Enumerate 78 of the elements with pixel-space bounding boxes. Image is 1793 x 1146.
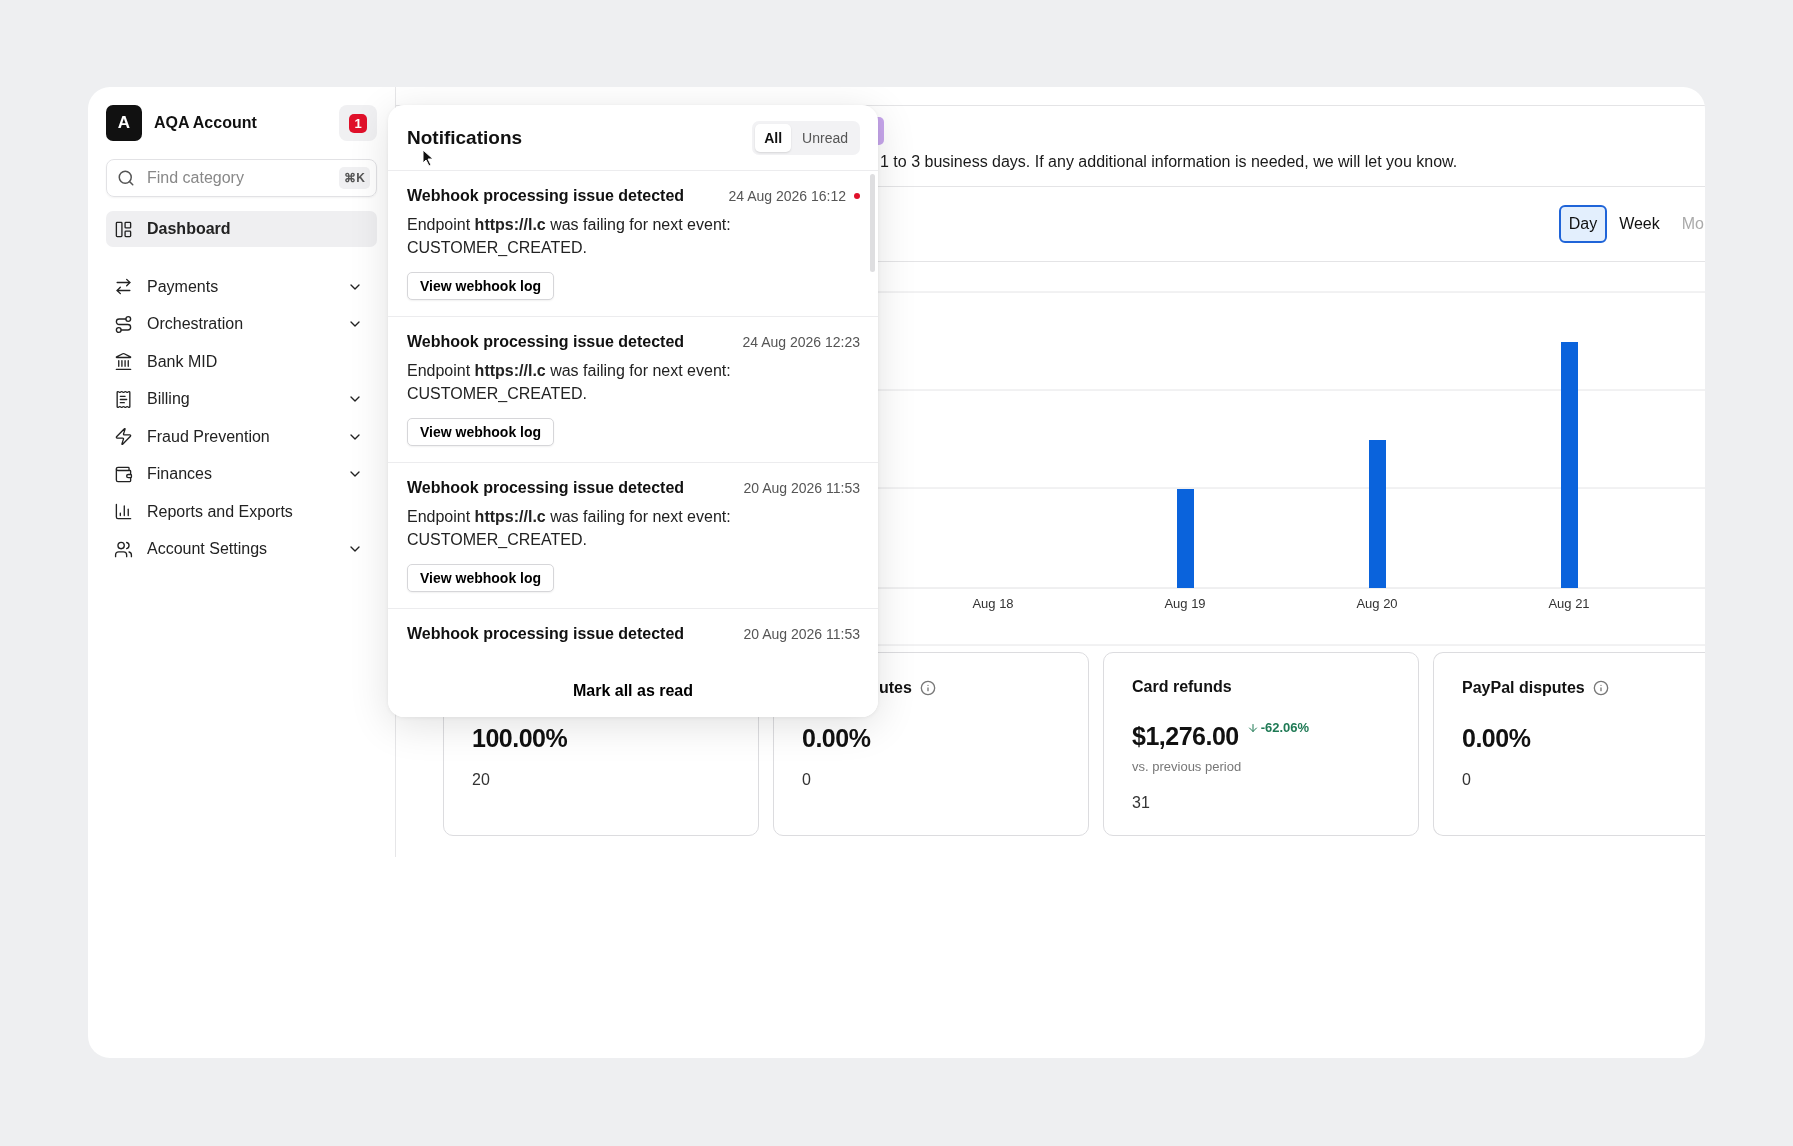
info-icon[interactable]: [1592, 680, 1609, 696]
scrollbar[interactable]: [870, 174, 875, 272]
sidebar-item[interactable]: Bank MID: [106, 343, 377, 380]
metric-value: $1,276.00: [1132, 722, 1239, 751]
notification-item[interactable]: Webhook processing issue detected 20 Aug 2026 11:53 Endpoint https://l.c was failing for next event: CUSTOMER_CREATED. View webhook log: [388, 463, 878, 609]
search-box[interactable]: Find category ⌘K: [106, 159, 377, 197]
receipt-icon: [114, 389, 133, 409]
filter-tab[interactable]: All: [755, 123, 792, 152]
cursor-icon: [422, 149, 434, 167]
banner-text: 1 to 3 business days. If any additional information is needed, we will let you know.: [880, 153, 1459, 171]
route-icon: [114, 314, 133, 334]
period-tab[interactable]: Day: [1558, 205, 1608, 243]
card-title: utes: [879, 679, 912, 697]
sidebar-item[interactable]: Reports and Exports: [106, 493, 377, 530]
sidebar-item[interactable]: Payments: [106, 268, 377, 305]
sidebar-item-label: Reports and Exports: [147, 502, 294, 521]
chart-icon: [114, 502, 133, 521]
notification-date: 20 Aug 2026 11:53: [743, 480, 860, 496]
metric-count: 31: [1132, 794, 1151, 812]
account-avatar: A: [106, 105, 142, 141]
sidebar-item-label: Orchestration: [147, 315, 245, 333]
notification-text: Endpoint https://l.c was failing for next event: CUSTOMER_CREATED.: [407, 215, 732, 258]
metric-value: 0.00%: [1462, 724, 1531, 753]
metric-delta: -62.06%: [1246, 720, 1310, 735]
metric-value: 0.00%: [802, 724, 871, 753]
notification-title: Webhook processing issue detected: [407, 333, 686, 351]
notification-text: Endpoint https://l.c was failing for next event: CUSTOMER_CREATED.: [407, 361, 732, 404]
bank-icon: [114, 352, 133, 371]
view-log-button[interactable]: View webhook log: [407, 564, 555, 592]
axis-label: Aug 18: [972, 596, 1014, 611]
card-title: Card refunds: [1132, 678, 1232, 696]
wallet-icon: [114, 464, 133, 484]
notification-title: Webhook processing issue detected: [407, 187, 686, 205]
notification-item[interactable]: Webhook processing issue detected 24 Aug 2026 12:23 Endpoint https://l.c was failing for next event: CUSTOMER_CREATED. View webhook log: [388, 317, 878, 463]
shortcut-hint: ⌘K: [339, 167, 370, 189]
sidebar-item[interactable]: Fraud Prevention: [106, 418, 377, 455]
sidebar-item-label: Dashboard: [147, 220, 232, 238]
sidebar-item-label: Finances: [147, 465, 213, 483]
dashboard-icon: [114, 219, 133, 239]
search-icon: [117, 169, 135, 187]
account-name: AQA Account: [154, 114, 258, 132]
notifications-button[interactable]: 1: [339, 105, 377, 141]
sidebar-item[interactable]: Orchestration: [106, 306, 377, 342]
mark-all-read-button[interactable]: Mark all as read: [388, 665, 878, 717]
view-log-button[interactable]: View webhook log: [407, 272, 555, 300]
notification-date: 24 Aug 2026 12:23: [742, 334, 860, 350]
sidebar-item-label: Bank MID: [147, 352, 219, 371]
notification-title: Webhook processing issue detected: [407, 479, 686, 497]
notification-text: Endpoint https://l.c was failing for next event: CUSTOMER_CREATED.: [407, 507, 732, 550]
sidebar-item-label: Payments: [147, 277, 220, 296]
period-tab[interactable]: Week: [1609, 205, 1670, 243]
metric-value: 100.00%: [472, 724, 568, 753]
axis-label: Aug 19: [1164, 596, 1206, 611]
filter-tab[interactable]: Unread: [793, 123, 857, 152]
sidebar-item[interactable]: Finances: [106, 456, 377, 492]
notification-count: 1: [349, 113, 367, 133]
info-icon[interactable]: [919, 680, 936, 696]
view-log-button[interactable]: View webhook log: [407, 418, 555, 446]
sidebar-item[interactable]: Billing: [106, 381, 377, 417]
axis-label: Aug 20: [1356, 596, 1398, 611]
notification-date: 20 Aug 2026 11:53: [743, 626, 860, 642]
metric-note: vs. previous period: [1132, 759, 1243, 774]
transfer-icon: [114, 277, 133, 296]
sidebar-item[interactable]: Dashboard: [106, 211, 377, 247]
metric-count: 20: [472, 771, 491, 789]
axis-label: Aug 21: [1548, 596, 1590, 611]
sidebar-item-label: Billing: [147, 390, 191, 408]
notification-date: 24 Aug 2026 16:12: [728, 188, 846, 204]
panel-title: Notifications: [407, 126, 523, 149]
sidebar-item-label: Fraud Prevention: [147, 427, 271, 446]
lightning-icon: [114, 427, 133, 446]
notification-title: Webhook processing issue detected: [407, 625, 686, 643]
card-title: PayPal disputes: [1462, 679, 1585, 697]
sidebar-item[interactable]: Account Settings: [106, 531, 377, 567]
sidebar-item-label: Account Settings: [147, 540, 269, 558]
users-icon: [114, 539, 133, 559]
metric-count: 0: [802, 771, 812, 789]
metric-count: 0: [1462, 771, 1472, 789]
